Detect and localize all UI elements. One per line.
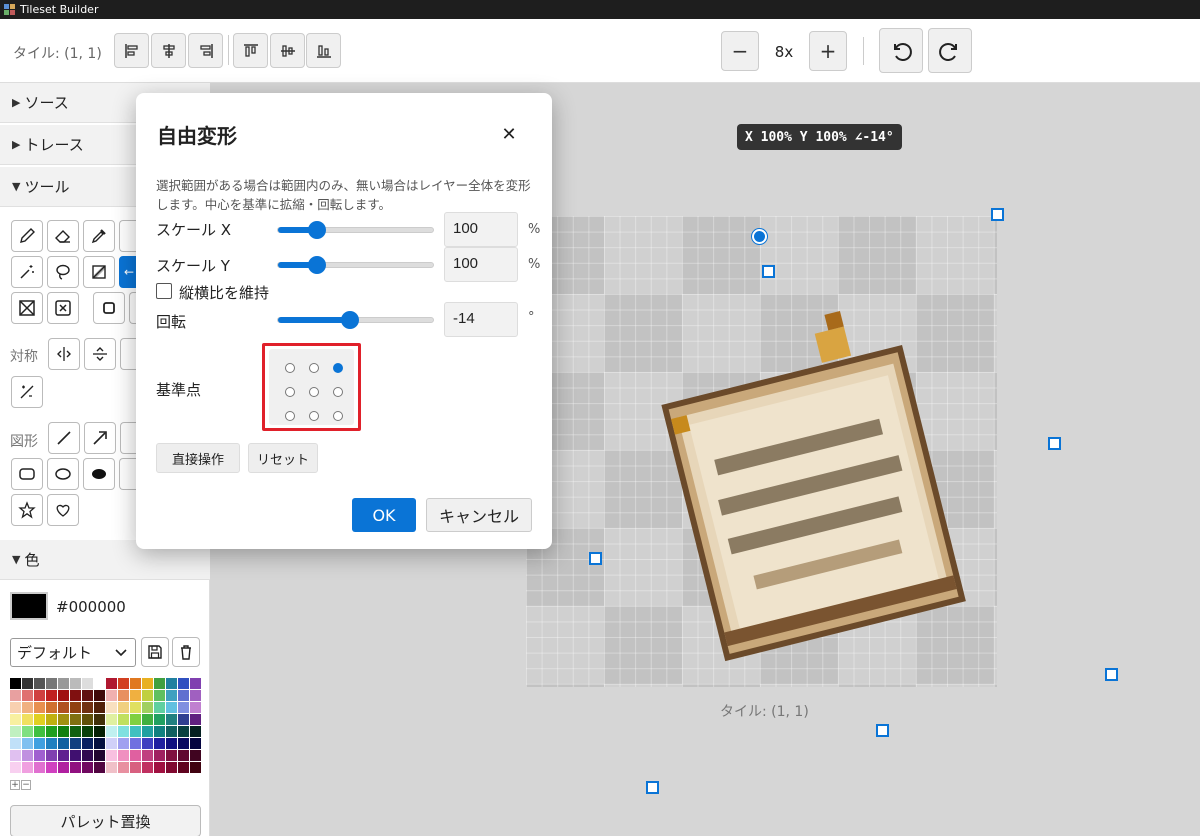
transform-handle-right[interactable] [1048, 437, 1061, 450]
rotation-unit: ° [528, 310, 535, 325]
keep-aspect-label: 縦横比を維持 [179, 284, 270, 302]
scale-x-unit: % [528, 222, 541, 237]
scale-y-slider[interactable] [277, 256, 434, 274]
rotation-input[interactable]: -14 [444, 302, 518, 337]
rotation-label: 回転 [156, 313, 187, 331]
anchor-label: 基準点 [156, 381, 202, 399]
anchor-middle-right[interactable] [333, 387, 343, 397]
free-transform-dialog: 自由変形 ✕ 選択範囲がある場合は範囲内のみ、無い場合はレイヤー全体を変形します… [136, 93, 552, 549]
direct-edit-button[interactable]: 直接操作 [156, 443, 240, 473]
scale-y-input[interactable]: 100 [444, 247, 518, 282]
slider-thumb[interactable] [308, 221, 326, 239]
reset-button[interactable]: リセット [248, 443, 318, 473]
keep-aspect-checkbox[interactable] [156, 283, 172, 299]
dialog-title: 自由変形 [157, 124, 237, 148]
ok-button[interactable]: OK [352, 498, 416, 532]
transform-handle-top[interactable] [762, 265, 775, 278]
close-icon[interactable]: ✕ [498, 123, 520, 145]
slider-thumb[interactable] [341, 311, 359, 329]
rotate-handle[interactable] [752, 229, 767, 244]
anchor-top-right[interactable] [333, 363, 343, 373]
anchor-center[interactable] [309, 387, 319, 397]
cancel-button[interactable]: キャンセル [426, 498, 532, 532]
transform-handle-bottom-left[interactable] [646, 781, 659, 794]
tile-caption: タイル: (1, 1) [720, 704, 809, 720]
anchor-top-center[interactable] [309, 363, 319, 373]
dialog-description: 選択範囲がある場合は範囲内のみ、無い場合はレイヤー全体を変形します。中心を基準に… [156, 178, 531, 212]
anchor-grid [269, 349, 354, 425]
anchor-highlight [262, 343, 361, 431]
anchor-top-left[interactable] [285, 363, 295, 373]
transform-handle-bottom[interactable] [876, 724, 889, 737]
transform-readout: X 100% Y 100% ∠-14° [737, 124, 902, 150]
slider-thumb[interactable] [308, 256, 326, 274]
scale-x-slider[interactable] [277, 221, 434, 239]
transform-handle-bottom-right[interactable] [1105, 668, 1118, 681]
transform-handle-top-right[interactable] [991, 208, 1004, 221]
scale-y-unit: % [528, 257, 541, 272]
rotation-slider[interactable] [277, 311, 434, 329]
anchor-middle-left[interactable] [285, 387, 295, 397]
scale-x-input[interactable]: 100 [444, 212, 518, 247]
anchor-bottom-right[interactable] [333, 411, 343, 421]
anchor-bottom-center[interactable] [309, 411, 319, 421]
slider-fill [278, 317, 350, 323]
transform-handle-left[interactable] [589, 552, 602, 565]
scale-x-label: スケール X [156, 221, 232, 239]
scale-y-label: スケール Y [156, 257, 230, 275]
anchor-bottom-left[interactable] [285, 411, 295, 421]
